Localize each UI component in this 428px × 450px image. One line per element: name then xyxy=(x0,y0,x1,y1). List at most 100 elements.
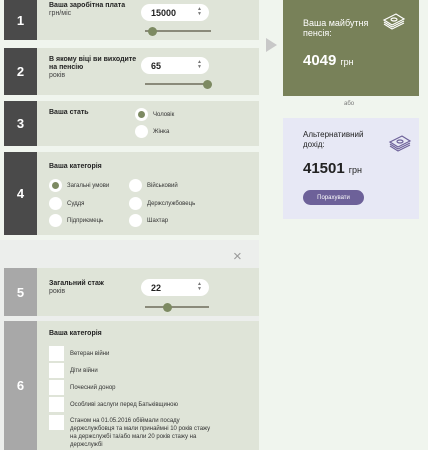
step-number-2: 2 xyxy=(4,48,37,95)
radio-icon[interactable] xyxy=(49,197,62,210)
special-category-label: Ваша категорія xyxy=(49,330,102,337)
title-line: Ваша майбутня xyxy=(303,18,369,28)
checkbox-icon[interactable] xyxy=(49,415,64,430)
checkbox-label: Ветеран війни xyxy=(70,351,110,357)
step-number-3: 3 xyxy=(4,101,37,146)
radio-selected-icon[interactable] xyxy=(135,108,148,121)
checkbox-war-children[interactable]: Діти війни xyxy=(49,363,249,378)
retirement-age-input[interactable]: 65 ▲ ▼ xyxy=(141,57,209,74)
experience-slider-knob[interactable] xyxy=(163,302,172,312)
checkbox-icon[interactable] xyxy=(49,346,64,361)
radio-icon[interactable] xyxy=(49,214,62,227)
checkbox-merits[interactable]: Особливі заслуги перед Батьківщиною xyxy=(49,397,249,412)
category-option-label: Суддя xyxy=(67,200,85,207)
experience-input[interactable]: 22 ▲ ▼ xyxy=(141,279,209,296)
gender-option-male[interactable]: Чоловік xyxy=(135,108,174,121)
experience-value: 22 xyxy=(151,282,162,293)
step-category: 4 Ваша категорія Загальні умови Військов… xyxy=(4,152,259,235)
or-label: або xyxy=(344,101,355,107)
amount-value: 41501 xyxy=(303,160,345,177)
category-option-entrepreneur[interactable]: Підприємець xyxy=(49,214,103,227)
retirement-spinner-icon[interactable]: ▲ ▼ xyxy=(197,60,202,70)
radio-icon[interactable] xyxy=(129,179,142,192)
checkbox-donor[interactable]: Почесний донор xyxy=(49,380,249,395)
checkbox-label: Почесний донор xyxy=(70,385,116,391)
salary-value: 15000 xyxy=(151,7,177,18)
category-option-judge[interactable]: Суддя xyxy=(49,197,84,210)
step-experience: 5 Загальний стаж років 22 ▲ ▼ xyxy=(4,268,259,316)
salary-slider-knob[interactable] xyxy=(148,26,157,36)
gender-option-female[interactable]: Жінка xyxy=(135,125,169,138)
experience-label: Загальний стаж xyxy=(49,280,104,287)
category-option-civil-servant[interactable]: Держслужбовець xyxy=(129,197,195,210)
salary-slider[interactable] xyxy=(145,26,211,36)
special-category-panel: Ваша категорія Ветеран війни Діти війни … xyxy=(37,321,259,450)
category-panel: Ваша категорія Загальні умови Військовий… xyxy=(37,152,259,235)
checkbox-label: Особливі заслуги перед Батьківщиною xyxy=(70,402,178,408)
retirement-unit: років xyxy=(49,72,66,79)
salary-input[interactable]: 15000 ▲ ▼ xyxy=(141,4,209,21)
retirement-slider-knob[interactable] xyxy=(203,79,212,89)
category-option-label: Військовий xyxy=(147,182,178,189)
future-pension-card: Ваша майбутня пенсія: 4049 грн xyxy=(283,0,419,96)
retirement-slider[interactable] xyxy=(145,79,212,89)
experience-slider[interactable] xyxy=(145,302,209,312)
salary-unit: грн/міс xyxy=(49,10,72,17)
radio-icon[interactable] xyxy=(135,125,148,138)
checkbox-label: Станом на 01.05.2016 обіймали посаду дер… xyxy=(70,418,211,448)
alternative-income-card: Альтернативний дохід: 41501 грн Порахуват… xyxy=(283,118,419,219)
step-special-category: 6 Ваша категорія Ветеран війни Діти війн… xyxy=(4,321,259,450)
title-line: Альтернативний xyxy=(303,130,364,139)
experience-spinner-icon[interactable]: ▲ ▼ xyxy=(197,282,202,292)
category-option-military[interactable]: Військовий xyxy=(129,179,178,192)
alternative-income-amount: 41501 грн xyxy=(303,160,362,177)
category-option-label: Загальні умови xyxy=(67,182,110,189)
step-number-5: 5 xyxy=(4,268,37,316)
close-icon[interactable]: × xyxy=(233,249,242,264)
category-option-general[interactable]: Загальні умови xyxy=(49,179,109,192)
category-label: Ваша категорія xyxy=(49,163,102,170)
gender-option-label: Жінка xyxy=(153,128,170,135)
pension-calculator: 1 Ваша заробітна плата грн/міс 15000 ▲ ▼ … xyxy=(0,0,428,450)
checkbox-label: Діти війни xyxy=(70,368,98,374)
checkbox-icon[interactable] xyxy=(49,397,64,412)
radio-icon[interactable] xyxy=(129,197,142,210)
experience-panel: Загальний стаж років 22 ▲ ▼ xyxy=(37,268,259,316)
category-option-label: Держслужбовець xyxy=(147,200,196,207)
money-stack-icon xyxy=(382,13,406,30)
step-retirement-age: 2 В якому віці ви виходите на пенсію рок… xyxy=(4,48,259,95)
retirement-panel: В якому віці ви виходите на пенсію років… xyxy=(37,48,259,95)
calculate-button[interactable]: Порахувати xyxy=(303,190,364,205)
step-number-6: 6 xyxy=(4,321,37,450)
radio-selected-icon[interactable] xyxy=(49,179,62,192)
experience-unit: років xyxy=(49,288,66,295)
step-salary: 1 Ваша заробітна плата грн/міс 15000 ▲ ▼ xyxy=(4,0,259,40)
amount-unit: грн xyxy=(348,165,362,175)
money-stack-icon xyxy=(388,135,412,152)
radio-icon[interactable] xyxy=(129,214,142,227)
amount-unit: грн xyxy=(340,57,354,67)
step-number-4: 4 xyxy=(4,152,37,235)
gender-option-label: Чоловік xyxy=(153,111,175,118)
alternative-income-title: Альтернативний дохід: xyxy=(303,130,363,150)
gender-label: Ваша стать xyxy=(49,109,89,116)
future-pension-title: Ваша майбутня пенсія: xyxy=(303,18,368,38)
salary-spinner-icon[interactable]: ▲ ▼ xyxy=(197,7,202,17)
gender-panel: Ваша стать Чоловік Жінка xyxy=(37,101,259,146)
category-option-miner[interactable]: Шахтар xyxy=(129,214,168,227)
checkbox-veteran[interactable]: Ветеран війни xyxy=(49,346,249,361)
checkbox-icon[interactable] xyxy=(49,380,64,395)
salary-label: Ваша заробітна плата xyxy=(49,2,126,9)
retirement-label: В якому віці ви виходите на пенсію xyxy=(49,56,137,71)
arrow-right-icon xyxy=(266,38,277,52)
checkbox-civil-service-2016[interactable]: Станом на 01.05.2016 обіймали посаду дер… xyxy=(49,415,217,449)
title-line: дохід: xyxy=(303,140,325,149)
future-pension-amount: 4049 грн xyxy=(303,52,354,69)
title-line: пенсія: xyxy=(303,28,332,38)
category-option-label: Підприємець xyxy=(67,217,104,224)
amount-value: 4049 xyxy=(303,52,337,69)
salary-panel: Ваша заробітна плата грн/міс 15000 ▲ ▼ xyxy=(37,0,259,40)
step-number-1: 1 xyxy=(4,0,37,40)
category-option-label: Шахтар xyxy=(147,217,169,224)
checkbox-icon[interactable] xyxy=(49,363,64,378)
